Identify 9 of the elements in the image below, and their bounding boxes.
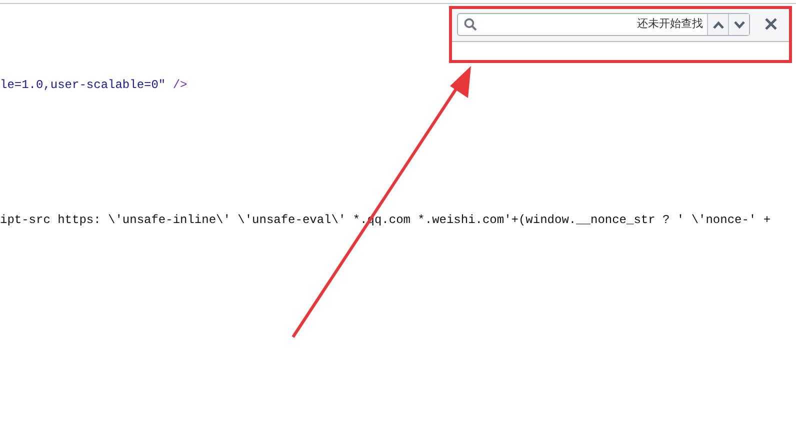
previous-match-button[interactable] <box>707 14 728 35</box>
search-icon <box>464 18 477 31</box>
search-field[interactable]: 还未开始查找 <box>457 13 750 36</box>
chevron-down-icon <box>734 20 744 28</box>
find-status: 还未开始查找 <box>636 16 704 32</box>
code-line: le=1.0,user-scalable=0" /> <box>0 78 188 92</box>
close-icon <box>765 18 777 30</box>
next-match-button[interactable] <box>728 14 749 35</box>
chevron-up-icon <box>712 20 724 28</box>
